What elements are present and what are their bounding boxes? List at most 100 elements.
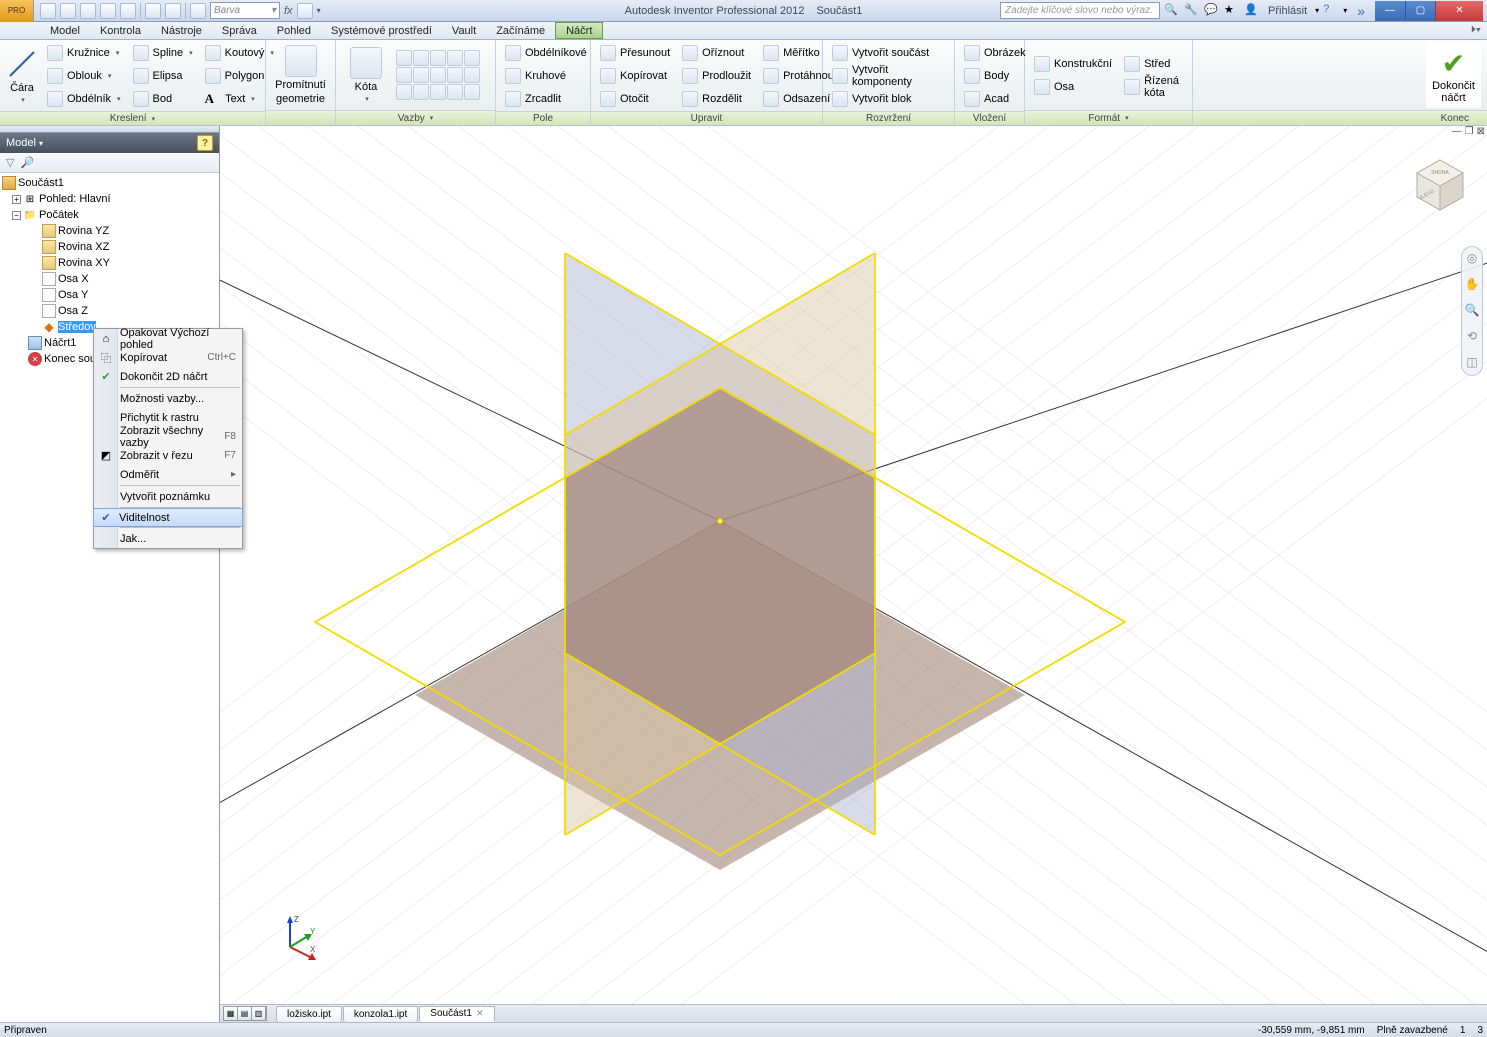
mdi-close-icon[interactable]: ⊠ bbox=[1477, 126, 1485, 137]
lookat-icon[interactable]: ◫ bbox=[1464, 355, 1480, 371]
mdi-minimize-icon[interactable]: — bbox=[1452, 126, 1462, 137]
ctx-show-constraints[interactable]: Zobrazit všechny vazbyF8 bbox=[94, 427, 242, 446]
tab-vault[interactable]: Vault bbox=[442, 22, 486, 39]
tab-environments[interactable]: Systémové prostředí bbox=[321, 22, 442, 39]
constraint-icon[interactable] bbox=[396, 50, 412, 66]
tree-axis-z[interactable]: Osa Z bbox=[0, 303, 219, 319]
zoom-icon[interactable]: 🔍 bbox=[1464, 303, 1480, 319]
qat-select-icon[interactable] bbox=[165, 3, 181, 19]
make-block-button[interactable]: Vytvořit blok bbox=[829, 88, 948, 109]
ctx-copy[interactable]: ⿻KopírovatCtrl+C bbox=[94, 348, 242, 367]
tab-inspect[interactable]: Kontrola bbox=[90, 22, 151, 39]
tab-getstarted[interactable]: Začínáme bbox=[486, 22, 555, 39]
rect-pattern-button[interactable]: Obdélníkové bbox=[502, 42, 590, 63]
qat-material-icon[interactable] bbox=[190, 3, 206, 19]
tab-manage[interactable]: Správa bbox=[212, 22, 267, 39]
tree-axis-y[interactable]: Osa Y bbox=[0, 287, 219, 303]
help-icon[interactable]: ? bbox=[1323, 3, 1339, 19]
circle-button[interactable]: Kružnice▾ bbox=[44, 42, 124, 63]
tab-tools[interactable]: Nástroje bbox=[151, 22, 212, 39]
constraint-icon[interactable] bbox=[447, 50, 463, 66]
search-input[interactable]: Zadejte klíčové slovo nebo výraz. bbox=[1000, 2, 1160, 19]
driven-dim-button[interactable]: Řízená kóta bbox=[1121, 76, 1186, 97]
user-icon[interactable]: 👤 bbox=[1244, 3, 1260, 19]
finish-sketch-button[interactable]: ✔ Dokončit náčrt bbox=[1426, 42, 1481, 108]
graphics-canvas[interactable]: — ❐ ⊠ SHORA VLEVO ◎ ✋ 🔍 ⟲ ◫ bbox=[220, 126, 1487, 1022]
tree-view-node[interactable]: +⊞Pohled: Hlavní bbox=[0, 191, 219, 207]
qat-save-icon[interactable] bbox=[80, 3, 96, 19]
maximize-button[interactable]: ▢ bbox=[1405, 1, 1435, 21]
ctx-finish-sketch[interactable]: ✔Dokončit 2D náčrt bbox=[94, 367, 242, 386]
ctx-repeat[interactable]: ⌂Opakovat Výchozí pohled bbox=[94, 329, 242, 348]
panel-label-draw[interactable]: Kreslení▾ bbox=[0, 111, 265, 125]
pan-icon[interactable]: ✋ bbox=[1464, 277, 1480, 293]
tree-plane-xy[interactable]: Rovina XY bbox=[0, 255, 219, 271]
ctx-create-note[interactable]: Vytvořit poznámku bbox=[94, 487, 242, 506]
split-button[interactable]: Rozdělit bbox=[679, 88, 754, 109]
constraint-icon[interactable] bbox=[430, 67, 446, 83]
find-icon[interactable]: 🔎 bbox=[20, 156, 34, 169]
overflow-button[interactable]: » bbox=[1351, 3, 1371, 19]
tree-axis-x[interactable]: Osa X bbox=[0, 271, 219, 287]
key-icon[interactable]: 🔧 bbox=[1184, 3, 1200, 19]
constraint-icon[interactable] bbox=[396, 84, 412, 100]
ctx-slice-graphics[interactable]: ◩Zobrazit v řezuF7 bbox=[94, 446, 242, 465]
image-button[interactable]: Obrázek bbox=[961, 42, 1029, 63]
panel-label-format[interactable]: Formát▾ bbox=[1025, 110, 1192, 125]
qat-redo-icon[interactable] bbox=[120, 3, 136, 19]
constraint-icon[interactable] bbox=[430, 84, 446, 100]
collapse-icon[interactable]: − bbox=[12, 211, 21, 220]
tab-view[interactable]: Pohled bbox=[267, 22, 321, 39]
filter-icon[interactable]: ▽ bbox=[6, 156, 14, 169]
constraint-icon[interactable] bbox=[430, 50, 446, 66]
constraint-icon[interactable] bbox=[464, 84, 480, 100]
copy-button[interactable]: Kopírovat bbox=[597, 65, 673, 86]
line-button[interactable]: Čára▾ bbox=[6, 42, 38, 109]
mirror-button[interactable]: Zrcadlit bbox=[502, 88, 590, 109]
trim-button[interactable]: Oříznout bbox=[679, 42, 754, 63]
dimension-button[interactable]: Kóta▾ bbox=[342, 42, 390, 108]
tree-root[interactable]: Součást1 bbox=[0, 175, 219, 191]
ctx-visibility[interactable]: ✔Viditelnost bbox=[93, 508, 243, 527]
move-button[interactable]: Přesunout bbox=[597, 42, 673, 63]
ctx-constraint-options[interactable]: Možnosti vazby... bbox=[94, 389, 242, 408]
constraint-icon[interactable] bbox=[413, 84, 429, 100]
orbit-icon[interactable]: ⟲ bbox=[1464, 329, 1480, 345]
binoculars-icon[interactable]: 🔍 bbox=[1164, 3, 1180, 19]
construction-button[interactable]: Konstrukční bbox=[1031, 53, 1115, 74]
constraint-icon[interactable] bbox=[396, 67, 412, 83]
tree-plane-xz[interactable]: Rovina XZ bbox=[0, 239, 219, 255]
close-button[interactable]: ✕ bbox=[1435, 1, 1483, 21]
point-button[interactable]: Bod bbox=[130, 88, 196, 109]
rotate-button[interactable]: Otočit bbox=[597, 88, 673, 109]
circ-pattern-button[interactable]: Kruhové bbox=[502, 65, 590, 86]
doc-tab-active[interactable]: Součást1✕ bbox=[419, 1006, 494, 1022]
constraint-icon[interactable] bbox=[464, 67, 480, 83]
arc-button[interactable]: Oblouk▾ bbox=[44, 65, 124, 86]
style-combo[interactable]: Barva▾ bbox=[210, 2, 280, 19]
constraint-icon[interactable] bbox=[447, 67, 463, 83]
make-comp-button[interactable]: Vytvořit komponenty bbox=[829, 65, 948, 86]
signin-button[interactable]: Přihlásit bbox=[1264, 5, 1311, 17]
center-button[interactable]: Střed bbox=[1121, 53, 1186, 74]
view-mode-toggle[interactable]: ▦▤▥ bbox=[223, 1006, 267, 1021]
tree-plane-yz[interactable]: Rovina YZ bbox=[0, 223, 219, 239]
make-part-button[interactable]: Vytvořit součást bbox=[829, 42, 948, 63]
constraint-icon[interactable] bbox=[413, 50, 429, 66]
acad-button[interactable]: Acad bbox=[961, 88, 1029, 109]
minimize-button[interactable]: — bbox=[1375, 1, 1405, 21]
rectangle-button[interactable]: Obdélník▾ bbox=[44, 88, 124, 109]
doc-tab[interactable]: konzola1.ipt bbox=[343, 1006, 418, 1022]
steering-wheel-icon[interactable]: ◎ bbox=[1464, 251, 1480, 267]
qat-undo-icon[interactable] bbox=[100, 3, 116, 19]
qat-new-icon[interactable] bbox=[40, 3, 56, 19]
star-icon[interactable]: ★ bbox=[1224, 3, 1240, 19]
extend-button[interactable]: Prodloužit bbox=[679, 65, 754, 86]
ellipse-button[interactable]: Elipsa bbox=[130, 65, 196, 86]
tree-origin-node[interactable]: −📁Počátek bbox=[0, 207, 219, 223]
app-menu-button[interactable]: PRO bbox=[0, 0, 34, 22]
tab-sketch[interactable]: Náčrt bbox=[555, 22, 603, 39]
qat-open-icon[interactable] bbox=[60, 3, 76, 19]
project-geometry-button[interactable]: Promítnutí geometrie bbox=[272, 42, 329, 108]
ctx-how-to[interactable]: Jak... bbox=[94, 529, 242, 548]
